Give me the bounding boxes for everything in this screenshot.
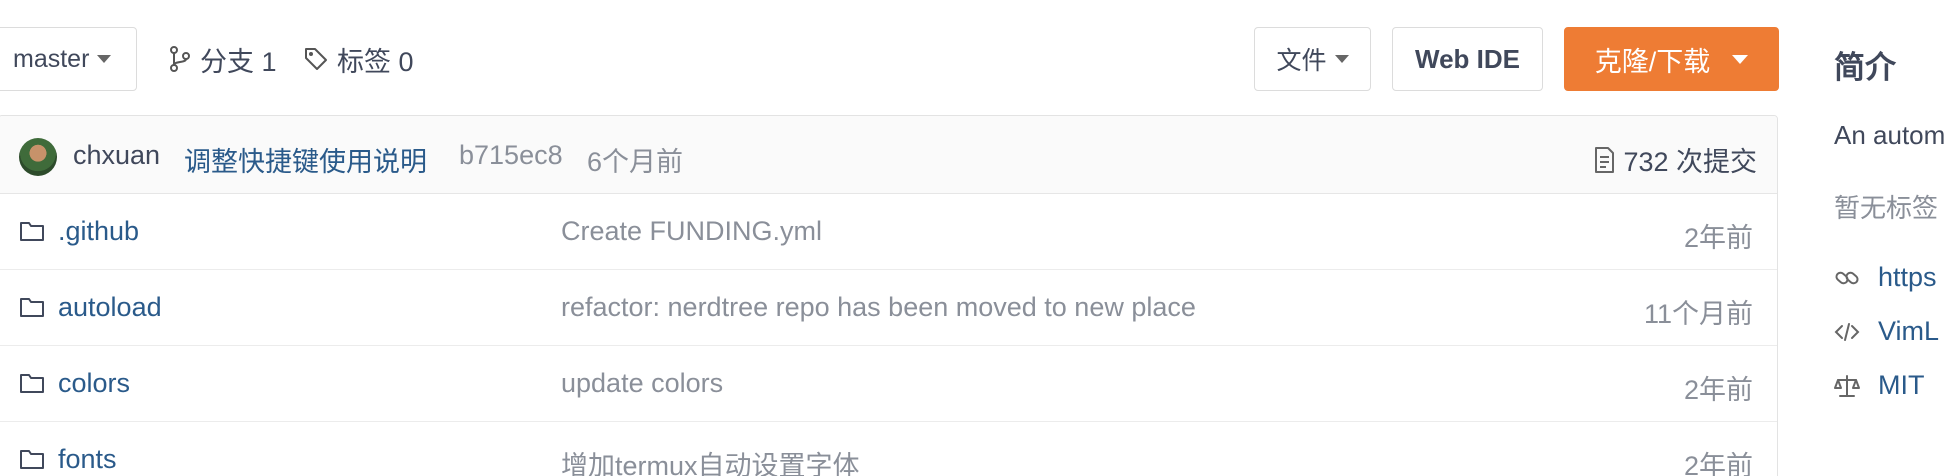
file-name[interactable]: .github bbox=[58, 216, 139, 247]
commit-count-label: 732 次提交 bbox=[1623, 147, 1757, 177]
chevron-down-icon bbox=[1732, 54, 1749, 64]
branch-select-label: master bbox=[13, 44, 90, 73]
repo-file-list: chxuan 调整快捷键使用说明 b715ec8 6个月前 732 次提交 .g… bbox=[0, 115, 1778, 476]
file-name[interactable]: autoload bbox=[58, 292, 162, 323]
table-row[interactable]: fonts 增加termux自动设置字体 2年前 bbox=[0, 422, 1777, 476]
tag-icon bbox=[305, 48, 327, 70]
code-icon bbox=[1834, 322, 1860, 341]
branches-label: 分支 1 bbox=[200, 46, 277, 77]
table-row[interactable]: .github Create FUNDING.yml 2年前 bbox=[0, 194, 1777, 270]
avatar[interactable] bbox=[19, 138, 57, 176]
repo-description: An autom bbox=[1834, 120, 1944, 150]
no-tags-text: 暂无标签 bbox=[1834, 193, 1939, 223]
tags-link[interactable]: 标签 0 bbox=[303, 27, 414, 91]
chevron-down-icon bbox=[97, 55, 112, 63]
branch-icon bbox=[170, 46, 190, 72]
chevron-down-icon bbox=[1334, 55, 1349, 63]
tags-label: 标签 0 bbox=[337, 46, 414, 77]
branch-select[interactable]: master bbox=[0, 27, 137, 91]
table-row[interactable]: colors update colors 2年前 bbox=[0, 346, 1777, 422]
file-name[interactable]: fonts bbox=[58, 444, 117, 475]
file-commit-message[interactable]: Create FUNDING.yml bbox=[561, 216, 822, 247]
file-button-label: 文件 bbox=[1276, 47, 1327, 75]
file-time: 2年前 bbox=[1683, 451, 1753, 476]
clone-download-label: 克隆/下载 bbox=[1594, 46, 1711, 77]
file-commit-message[interactable]: refactor: nerdtree repo has been moved t… bbox=[561, 292, 1196, 323]
web-ide-label: Web IDE bbox=[1415, 43, 1520, 74]
license-label: MIT bbox=[1878, 370, 1925, 400]
web-ide-button[interactable]: Web IDE bbox=[1392, 27, 1543, 91]
file-time: 11个月前 bbox=[1643, 299, 1753, 329]
commit-count-link[interactable]: 732 次提交 bbox=[1593, 140, 1757, 179]
intro-title: 简介 bbox=[1834, 50, 1896, 85]
link-icon bbox=[1835, 271, 1859, 284]
latest-commit-bar: chxuan 调整快捷键使用说明 b715ec8 6个月前 732 次提交 bbox=[0, 116, 1777, 194]
file-commit-message[interactable]: update colors bbox=[561, 368, 723, 399]
homepage-link-label: https bbox=[1878, 262, 1937, 292]
commit-list-icon bbox=[1595, 146, 1615, 173]
file-name[interactable]: colors bbox=[58, 368, 130, 399]
folder-icon bbox=[20, 450, 44, 469]
commit-author[interactable]: chxuan bbox=[73, 140, 160, 171]
file-button[interactable]: 文件 bbox=[1254, 27, 1371, 91]
repo-toolbar: master 分支 1 标签 0 文件 Web IDE 克隆/下载 bbox=[0, 27, 1779, 91]
language-link[interactable]: VimL bbox=[1834, 316, 1939, 347]
license-link[interactable]: MIT bbox=[1834, 370, 1925, 401]
repo-sidebar: 简介 An autom 暂无标签 https VimL MIT bbox=[1834, 0, 1944, 476]
folder-icon bbox=[20, 374, 44, 393]
language-label: VimL bbox=[1878, 316, 1940, 346]
homepage-link[interactable]: https bbox=[1834, 262, 1937, 293]
file-time: 2年前 bbox=[1683, 375, 1753, 405]
file-commit-message[interactable]: 增加termux自动设置字体 bbox=[561, 444, 860, 476]
clone-download-button[interactable]: 克隆/下载 bbox=[1564, 27, 1779, 91]
table-row[interactable]: autoload refactor: nerdtree repo has bee… bbox=[0, 270, 1777, 346]
file-time: 2年前 bbox=[1683, 223, 1753, 253]
folder-icon bbox=[20, 222, 44, 241]
commit-time: 6个月前 bbox=[587, 147, 684, 177]
folder-icon bbox=[20, 298, 44, 317]
branches-link[interactable]: 分支 1 bbox=[168, 27, 277, 91]
scale-icon bbox=[1834, 374, 1860, 397]
commit-message[interactable]: 调整快捷键使用说明 bbox=[184, 140, 427, 179]
commit-sha[interactable]: b715ec8 bbox=[459, 140, 563, 171]
